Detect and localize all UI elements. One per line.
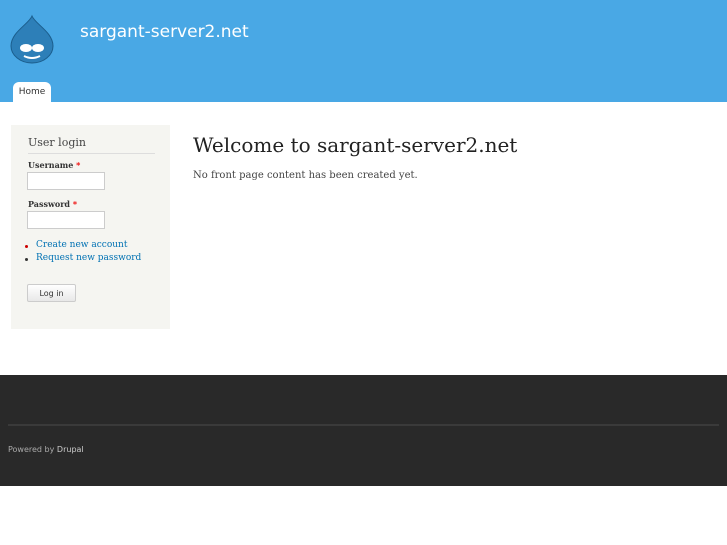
required-marker: * bbox=[72, 199, 78, 209]
password-label-text: Password bbox=[28, 199, 71, 209]
user-login-block: User login Username * Password * Create … bbox=[11, 125, 170, 329]
drupal-logo-icon[interactable] bbox=[9, 14, 55, 64]
required-marker: * bbox=[76, 160, 81, 170]
username-label: Username * bbox=[28, 160, 80, 170]
footer: Powered by Drupal bbox=[0, 375, 727, 486]
tab-home[interactable]: Home bbox=[13, 82, 51, 102]
username-input[interactable] bbox=[27, 172, 105, 190]
block-title: User login bbox=[28, 136, 155, 154]
powered-by: Powered by Drupal bbox=[8, 445, 84, 454]
site-name[interactable]: sargant-server2.net bbox=[80, 22, 249, 42]
footer-divider bbox=[8, 424, 719, 426]
password-label: Password * bbox=[28, 199, 77, 209]
password-input[interactable] bbox=[27, 211, 105, 229]
page-title: Welcome to sargant-server2.net bbox=[193, 133, 518, 157]
front-page-message: No front page content has been created y… bbox=[193, 170, 418, 181]
login-button[interactable]: Log in bbox=[27, 284, 76, 302]
username-label-text: Username bbox=[28, 160, 74, 170]
login-links: Create new account Request new password bbox=[24, 240, 141, 266]
request-password-link[interactable]: Request new password bbox=[24, 253, 141, 266]
header: sargant-server2.net Home bbox=[0, 0, 727, 102]
drupal-link[interactable]: Drupal bbox=[57, 445, 84, 454]
powered-by-text: Powered by bbox=[8, 445, 55, 454]
create-account-link[interactable]: Create new account bbox=[24, 240, 141, 253]
